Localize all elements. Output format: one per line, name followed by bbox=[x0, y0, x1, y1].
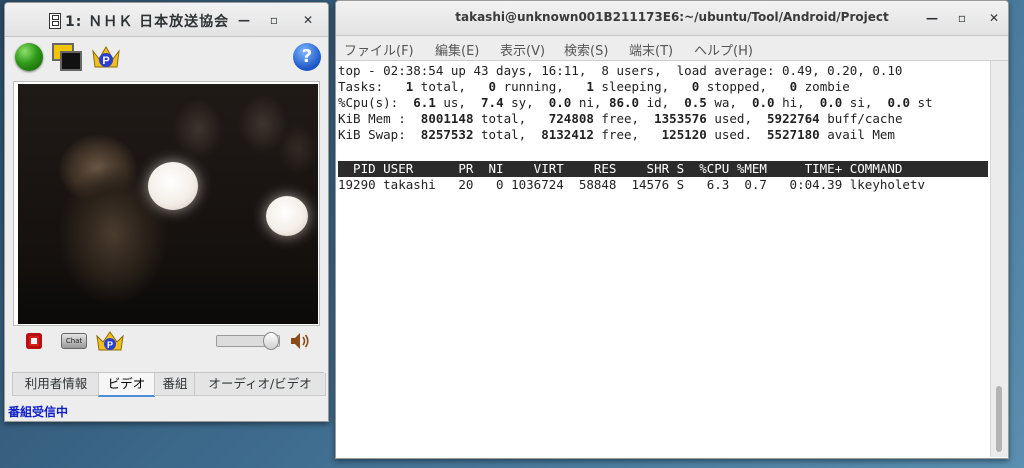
tab-audio-video[interactable]: オーディオ/ビデオ bbox=[194, 373, 326, 396]
menu-view[interactable]: 表示(V) bbox=[500, 40, 545, 59]
process-table-header: PID USER PR NI VIRT RES SHR S %CPU %MEM … bbox=[338, 161, 988, 177]
terminal-output[interactable]: top - 02:38:54 up 43 days, 16:11, 8 user… bbox=[336, 61, 990, 457]
tasks-line: Tasks: 1 total, 0 running, 1 sleeping, 0… bbox=[338, 79, 850, 94]
scrollbar-thumb[interactable] bbox=[996, 386, 1002, 452]
playback-controls: Chat P bbox=[13, 327, 318, 355]
video-lantern bbox=[148, 162, 198, 210]
tab-program[interactable]: 番組 bbox=[154, 373, 196, 396]
video-frame bbox=[13, 81, 320, 326]
close-button[interactable]: ✕ bbox=[298, 10, 318, 30]
tab-bar: 利用者情報 ビデオ 番組 オーディオ/ビデオ bbox=[12, 372, 326, 397]
status-text: 番組受信中 bbox=[8, 405, 69, 419]
window-title: takashi@unknown001B211173E6:~/ubuntu/Too… bbox=[455, 10, 889, 24]
tab-user-info[interactable]: 利用者情報 bbox=[12, 373, 100, 396]
close-button[interactable]: ✕ bbox=[984, 8, 1004, 28]
titlebar[interactable]: 1: ＮＨＫ 日本放送協会 — ▫ ✕ bbox=[5, 3, 328, 37]
help-icon[interactable]: ? bbox=[293, 43, 321, 71]
keyholetv-window: 1: ＮＨＫ 日本放送協会 — ▫ ✕ P ? Chat P 利用者情報 ビデオ… bbox=[4, 2, 329, 422]
svg-text:P: P bbox=[107, 340, 113, 350]
video-lantern bbox=[266, 196, 308, 236]
titlebar[interactable]: takashi@unknown001B211173E6:~/ubuntu/Too… bbox=[336, 1, 1008, 36]
stop-button[interactable] bbox=[26, 333, 42, 349]
toolbar: P ? bbox=[5, 37, 328, 77]
minimize-button[interactable]: — bbox=[234, 10, 254, 30]
process-row[interactable]: 19290 takashi 20 0 1036724 58848 14576 S… bbox=[338, 177, 925, 193]
app-icon bbox=[49, 13, 61, 29]
swap-line: KiB Swap: 8257532 total, 8132412 free, 1… bbox=[338, 127, 895, 142]
vertical-scrollbar[interactable] bbox=[990, 61, 1008, 457]
tab-video[interactable]: ビデオ bbox=[98, 373, 155, 397]
video-display[interactable] bbox=[18, 84, 318, 324]
menu-file[interactable]: ファイル(F) bbox=[344, 40, 414, 59]
crown-p-icon[interactable]: P bbox=[91, 43, 120, 71]
svg-text:P: P bbox=[102, 55, 109, 67]
desktop: { "left_window": { "title": "1: ＮＨＫ 日本放送… bbox=[0, 0, 1024, 468]
volume-fill bbox=[217, 336, 270, 346]
window-title: 1: ＮＨＫ 日本放送協会 bbox=[65, 14, 230, 30]
terminal-window: takashi@unknown001B211173E6:~/ubuntu/Too… bbox=[335, 0, 1009, 459]
chat-button[interactable]: Chat bbox=[61, 333, 87, 349]
volume-slider[interactable] bbox=[216, 332, 280, 350]
menu-search[interactable]: 検索(S) bbox=[564, 40, 608, 59]
minimize-button[interactable]: — bbox=[922, 8, 942, 28]
top-summary-line: top - 02:38:54 up 43 days, 16:11, 8 user… bbox=[338, 63, 903, 78]
speaker-icon[interactable] bbox=[290, 332, 312, 350]
cpu-line: %Cpu(s): 6.1 us, 7.4 sy, 0.0 ni, 86.0 id… bbox=[338, 95, 933, 110]
maximize-button[interactable]: ▫ bbox=[264, 10, 284, 30]
menu-terminal[interactable]: 端末(T) bbox=[629, 40, 673, 59]
mem-line: KiB Mem : 8001148 total, 724808 free, 13… bbox=[338, 111, 903, 126]
screens-icon[interactable] bbox=[52, 43, 82, 71]
crown-p-icon[interactable]: P bbox=[96, 330, 124, 352]
maximize-button[interactable]: ▫ bbox=[952, 8, 972, 28]
menu-help[interactable]: ヘルプ(H) bbox=[694, 40, 753, 59]
green-ball-icon[interactable] bbox=[15, 43, 43, 71]
menu-bar: ファイル(F) 編集(E) 表示(V) 検索(S) 端末(T) ヘルプ(H) bbox=[336, 36, 1008, 61]
menu-edit[interactable]: 編集(E) bbox=[435, 40, 479, 59]
volume-knob[interactable] bbox=[262, 332, 279, 350]
